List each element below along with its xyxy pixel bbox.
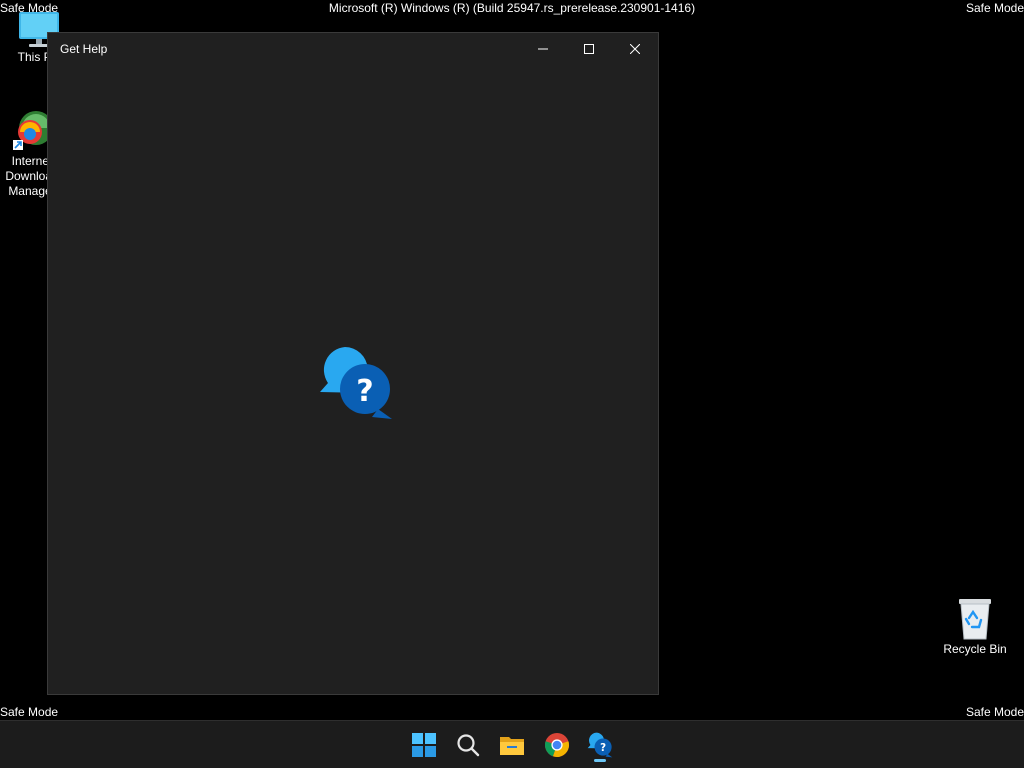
taskbar-search-button[interactable]	[450, 727, 486, 763]
safe-mode-label-bottom-left: Safe Mode	[0, 705, 59, 719]
windows-start-icon	[412, 733, 436, 757]
safe-mode-label-top-right: Safe Mode	[965, 1, 1024, 15]
close-button[interactable]	[612, 33, 658, 65]
taskbar-start-button[interactable]	[406, 727, 442, 763]
recycle-bin-icon	[959, 599, 991, 640]
minimize-button[interactable]	[520, 33, 566, 65]
taskbar: ?	[0, 720, 1024, 768]
window-title: Get Help	[60, 42, 108, 56]
taskbar-file-explorer-button[interactable]	[494, 727, 530, 763]
folder-icon	[500, 737, 524, 755]
close-icon	[630, 44, 640, 54]
get-help-icon: ?	[587, 732, 613, 758]
svg-text:?: ?	[600, 742, 606, 754]
desktop-icon-label: Recycle Bin	[943, 642, 1007, 656]
get-help-icon: ?	[320, 347, 392, 419]
maximize-button[interactable]	[566, 33, 612, 65]
svg-text:?: ?	[356, 374, 373, 409]
get-help-splash-icon: ?	[318, 345, 394, 426]
build-info-label: Microsoft (R) Windows (R) (Build 25947.r…	[328, 1, 696, 15]
desktop-icon-recycle-bin[interactable]: Recycle Bin	[939, 596, 1011, 657]
get-help-window[interactable]: Get Help ?	[47, 32, 659, 695]
maximize-icon	[584, 44, 594, 54]
search-icon	[457, 734, 480, 757]
safe-mode-label-bottom-right: Safe Mode	[965, 705, 1024, 719]
window-title-bar[interactable]: Get Help	[48, 33, 658, 65]
taskbar-chrome-button[interactable]	[539, 727, 575, 763]
taskbar-get-help-button[interactable]: ?	[582, 727, 618, 763]
active-app-indicator	[594, 759, 606, 762]
minimize-icon	[538, 48, 548, 50]
chrome-icon	[544, 733, 570, 757]
